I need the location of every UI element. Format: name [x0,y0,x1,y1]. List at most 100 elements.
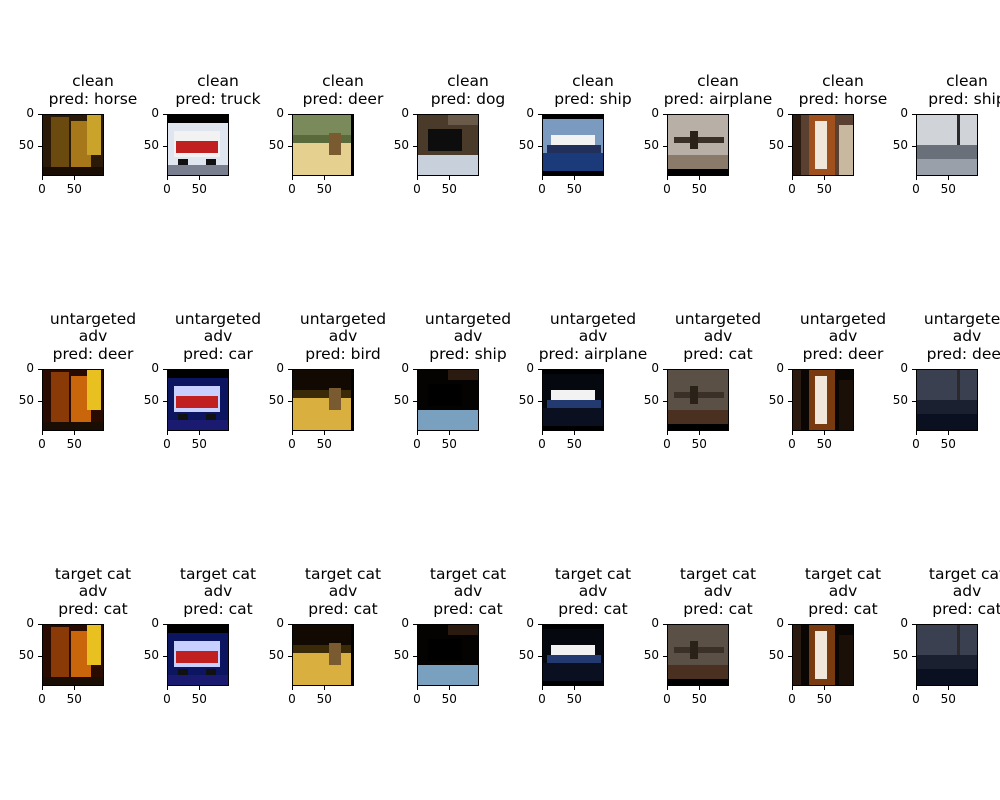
x-tick-label: 50 [940,437,956,451]
subplot-image [916,369,978,431]
y-tick-label: 50 [268,138,284,153]
x-tick-label: 50 [441,692,457,706]
x-tick-label: 50 [566,692,582,706]
subplot-image [542,624,604,686]
x-tick-mark [542,176,543,180]
subplot-image [167,114,229,176]
y-tick-label: 0 [526,361,534,375]
y-tick-label: 50 [268,393,284,408]
y-tick-label: 0 [526,106,534,120]
y-tick-label: 0 [276,106,284,120]
x-tick-mark [324,431,326,435]
x-tick-mark [824,176,826,180]
subplot-title-line: untargeted [923,309,1000,328]
y-tick-mark [38,624,42,625]
x-tick-mark [42,176,43,180]
y-tick-label: 0 [26,106,34,120]
y-tick-label: 0 [776,106,784,120]
y-tick-label: 50 [393,648,409,663]
y-tick-label: 0 [776,616,784,630]
y-tick-label: 50 [643,393,659,408]
y-tick-label: 50 [768,393,784,408]
y-tick-mark [912,114,916,115]
y-tick-label: 50 [518,138,534,153]
x-tick-label: 0 [38,692,46,706]
x-tick-mark [167,176,168,180]
x-tick-label: 50 [316,182,332,196]
x-tick-mark [574,431,576,435]
y-tick-mark [788,369,792,370]
x-tick-mark [792,431,793,435]
y-tick-label: 50 [393,138,409,153]
y-tick-mark [788,656,792,658]
subplot-image [167,369,229,431]
y-tick-label: 0 [900,106,908,120]
y-tick-mark [912,656,916,658]
x-tick-label: 0 [288,692,296,706]
x-tick-label: 0 [788,437,796,451]
x-tick-label: 50 [691,692,707,706]
y-tick-mark [288,624,292,625]
y-tick-mark [912,401,916,403]
y-tick-label: 0 [776,361,784,375]
x-tick-mark [292,431,293,435]
x-tick-mark [199,686,201,690]
y-tick-mark [288,146,292,148]
x-tick-label: 0 [163,692,171,706]
subplot-image [167,624,229,686]
y-tick-label: 50 [268,648,284,663]
y-tick-label: 0 [651,361,659,375]
y-tick-label: 0 [401,361,409,375]
y-tick-mark [788,624,792,625]
x-tick-label: 0 [413,437,421,451]
y-tick-mark [38,656,42,658]
x-tick-mark [916,431,917,435]
x-tick-label: 50 [316,437,332,451]
y-tick-label: 50 [18,138,34,153]
subplot-title-line: target cat [928,564,1000,583]
y-tick-mark [912,146,916,148]
subplot-image [792,624,854,686]
x-tick-label: 50 [816,692,832,706]
x-tick-label: 0 [538,437,546,451]
x-tick-label: 0 [663,182,671,196]
x-tick-mark [74,431,76,435]
y-tick-label: 0 [900,616,908,630]
y-tick-mark [38,146,42,148]
y-tick-mark [413,114,417,115]
y-tick-mark [163,114,167,115]
y-tick-mark [413,624,417,625]
x-tick-mark [74,686,76,690]
y-tick-mark [663,656,667,658]
x-tick-mark [574,686,576,690]
subplot-title-line: clean [946,72,988,90]
y-tick-label: 0 [26,361,34,375]
x-tick-label: 50 [940,692,956,706]
x-tick-label: 0 [413,182,421,196]
y-tick-label: 50 [518,648,534,663]
y-tick-label: 50 [892,138,908,153]
x-tick-label: 0 [788,692,796,706]
x-tick-label: 50 [191,437,207,451]
y-tick-mark [163,369,167,370]
y-tick-mark [663,401,667,403]
subplot-image [292,114,354,176]
x-tick-label: 0 [163,437,171,451]
y-tick-label: 50 [768,648,784,663]
y-tick-mark [538,401,542,403]
y-tick-mark [538,624,542,625]
subplot-image [292,624,354,686]
x-tick-label: 0 [538,182,546,196]
y-tick-mark [288,114,292,115]
x-tick-mark [449,176,451,180]
y-tick-label: 50 [892,393,908,408]
x-tick-label: 50 [691,182,707,196]
x-tick-label: 50 [441,437,457,451]
x-tick-label: 0 [538,692,546,706]
y-tick-label: 0 [26,616,34,630]
x-tick-label: 0 [288,182,296,196]
adversarial-examples-figure: clean pred: horse 0 50 0 50 clean pred: truck 0 5… [0,0,1000,800]
y-tick-mark [538,146,542,148]
y-tick-label: 50 [18,648,34,663]
x-tick-label: 50 [691,437,707,451]
